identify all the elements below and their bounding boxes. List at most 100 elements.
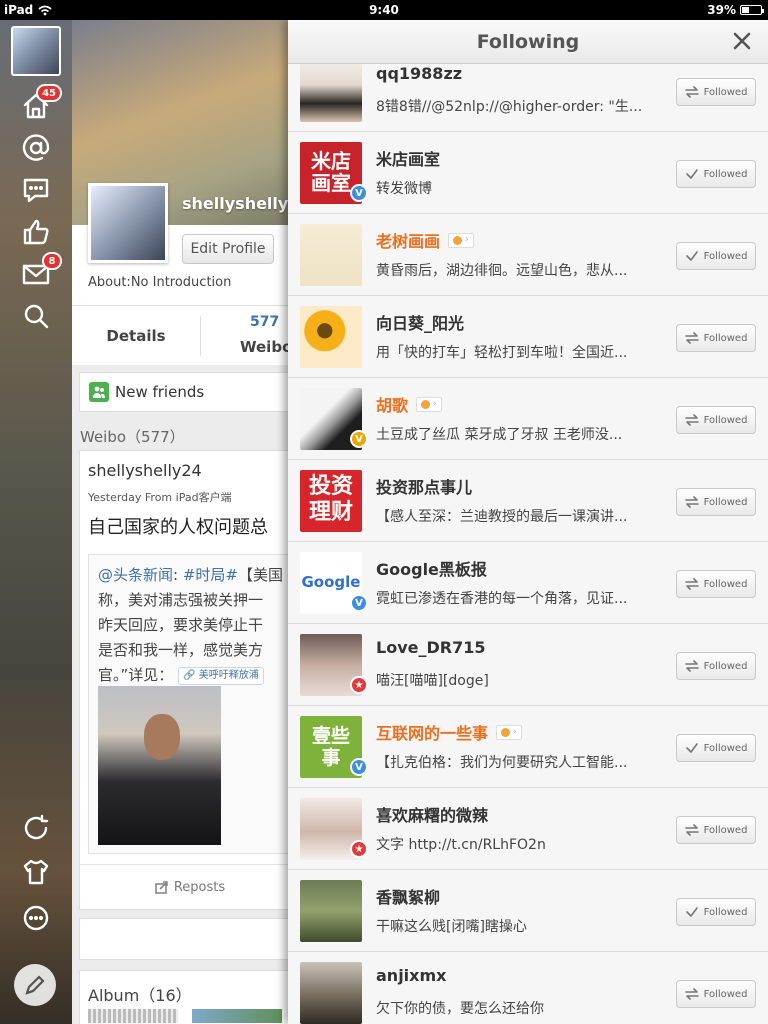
post-text: 自己国家的人权问题总 bbox=[88, 517, 268, 538]
following-name[interactable]: 喜欢麻糬的微辣 bbox=[376, 802, 488, 826]
following-name[interactable]: 向日葵_阳光 bbox=[376, 310, 464, 334]
followed-button[interactable]: Followed bbox=[676, 160, 756, 188]
more-button[interactable] bbox=[16, 900, 56, 936]
user-avatar[interactable] bbox=[11, 26, 61, 76]
profile-about: About:No Introduction bbox=[88, 275, 232, 290]
following-row[interactable]: 投资 理财 投资那点事儿 【感人至深：兰迪教授的最后一课演讲... Followed bbox=[288, 460, 768, 542]
following-name[interactable]: 互联网的一些事 › bbox=[376, 720, 522, 744]
panel-title: Following bbox=[476, 30, 580, 53]
new-friends-button[interactable]: New friends bbox=[79, 372, 288, 412]
following-row[interactable]: 香飘絮柳 干嘛这么贱[闭嘴]瞎操心 Followed bbox=[288, 870, 768, 952]
repost-mention[interactable]: @头条新闻 bbox=[98, 566, 173, 584]
following-row[interactable]: ★ 喜欢麻糬的微辣 文字 http://t.cn/RLhFO2n Followed bbox=[288, 788, 768, 870]
tab-weibo-count[interactable]: 577 bbox=[250, 314, 279, 330]
followed-button[interactable]: Followed bbox=[676, 980, 756, 1008]
weibo-post[interactable]: shellyshelly24 Yesterday From iPad客户端 自己… bbox=[79, 450, 288, 910]
followed-label: Followed bbox=[703, 660, 748, 672]
comments-button[interactable] bbox=[16, 172, 56, 208]
search-button[interactable] bbox=[16, 298, 56, 334]
following-name-text: 喜欢麻糬的微辣 bbox=[376, 806, 489, 825]
user-avatar[interactable] bbox=[300, 64, 362, 122]
following-name[interactable]: 老树画画 › bbox=[376, 228, 474, 252]
followed-button[interactable]: Followed bbox=[676, 898, 756, 926]
likes-button[interactable] bbox=[16, 214, 56, 250]
following-row[interactable]: qq1988zz 8错8错//@52nlp://@higher-order: "生… bbox=[288, 64, 768, 132]
theme-button[interactable] bbox=[16, 854, 56, 890]
following-name[interactable]: anjixmx bbox=[376, 966, 446, 985]
following-name-text: Google黑板报 bbox=[376, 560, 487, 579]
following-row[interactable]: 壹些 事 V 互联网的一些事 › 【扎克伯格：我们为何要研究人工智能... Followe… bbox=[288, 706, 768, 788]
at-icon bbox=[22, 134, 50, 161]
followed-button[interactable]: Followed bbox=[676, 324, 756, 352]
user-avatar[interactable] bbox=[300, 306, 362, 368]
mutual-follow-icon bbox=[684, 332, 699, 344]
followed-button[interactable]: Followed bbox=[676, 78, 756, 106]
repost-topic[interactable]: #时局# bbox=[183, 566, 238, 584]
followed-button[interactable]: Followed bbox=[676, 570, 756, 598]
following-row[interactable]: 向日葵_阳光用「快的打车」轻松打到车啦！全国近... Followed bbox=[288, 296, 768, 378]
album-card[interactable]: Album（16） bbox=[79, 970, 288, 1024]
post-author[interactable]: shellyshelly24 bbox=[88, 461, 202, 480]
following-latest-post: 土豆成了丝瓜 菜牙成了牙叔 王老师没... bbox=[376, 427, 623, 443]
user-avatar[interactable]: 投资 理财 bbox=[300, 470, 362, 532]
following-latest-post: 欠下你的债，要怎么还给你 bbox=[376, 1001, 544, 1017]
followed-button[interactable]: Followed bbox=[676, 816, 756, 844]
followed-button[interactable]: Followed bbox=[676, 242, 756, 270]
following-row[interactable]: ★ Love_DR715 喵汪[喵喵][doge] Followed bbox=[288, 624, 768, 706]
user-avatar[interactable] bbox=[300, 224, 362, 286]
following-name[interactable]: Love_DR715 bbox=[376, 638, 485, 657]
album-thumbnail[interactable] bbox=[88, 1009, 178, 1023]
following-list: qq1988zz 8错8错//@52nlp://@higher-order: "生… bbox=[288, 64, 768, 1024]
repost-text: @头条新闻: #时局#【美国 称，美对浦志强被关押一 昨天回应，要求美停止干 是… bbox=[98, 566, 283, 685]
following-row[interactable]: V 胡歌 › 土豆成了丝瓜 菜牙成了牙叔 王老师没... Followed bbox=[288, 378, 768, 460]
following-name[interactable]: 投资那点事儿 bbox=[376, 474, 472, 498]
repost-card[interactable]: @头条新闻: #时局#【美国 称，美对浦志强被关押一 昨天回应，要求美停止干 是… bbox=[88, 554, 288, 854]
mentions-button[interactable] bbox=[16, 130, 56, 166]
messages-button[interactable]: 8 bbox=[16, 252, 62, 292]
following-row[interactable]: 米店 画室 V 米店画室 转发微博 Followed bbox=[288, 132, 768, 214]
home-button[interactable]: 45 bbox=[16, 84, 62, 124]
followed-label: Followed bbox=[703, 824, 748, 836]
avatar-logo-text: Google bbox=[301, 573, 361, 591]
following-row[interactable]: Google V Google黑板报 霓虹已渗透在香港的每一个角落，见证... Foll… bbox=[288, 542, 768, 624]
profile-username: shellyshelly24 bbox=[182, 194, 288, 213]
battery-percent: 39% bbox=[707, 3, 736, 17]
followed-button[interactable]: Followed bbox=[676, 406, 756, 434]
repost-photo[interactable] bbox=[98, 686, 221, 845]
following-name[interactable]: Google黑板报 bbox=[376, 556, 487, 580]
user-avatar[interactable] bbox=[300, 962, 362, 1024]
album-thumbnail[interactable] bbox=[192, 1009, 282, 1023]
followed-button[interactable]: Followed bbox=[676, 488, 756, 516]
following-panel: Following qq1988zz 8错8错//@52nlp://@higher… bbox=[288, 20, 768, 1024]
repost-link[interactable]: 🔗 美呼吁释放浦 bbox=[178, 666, 264, 685]
following-name[interactable]: 香飘絮柳 bbox=[376, 884, 440, 908]
avatar-logo-text: 投资 理财 bbox=[308, 474, 353, 525]
search-icon bbox=[24, 304, 49, 329]
followed-button[interactable]: Followed bbox=[676, 652, 756, 680]
close-button[interactable] bbox=[730, 29, 754, 53]
repost-action[interactable]: Reposts bbox=[80, 864, 288, 910]
profile-avatar[interactable] bbox=[88, 183, 168, 263]
following-name[interactable]: 胡歌 › bbox=[376, 392, 442, 416]
profile-feed: New friends Weibo（577） shellyshelly24 Ye… bbox=[72, 365, 288, 1024]
tab-details[interactable]: Details bbox=[72, 306, 200, 366]
member-tag-icon: › bbox=[448, 232, 474, 248]
tab-weibo[interactable]: Weibo bbox=[240, 338, 288, 356]
verified-badge-icon: V bbox=[350, 430, 368, 448]
followed-label: Followed bbox=[703, 496, 748, 508]
following-row[interactable]: 老树画画 › 黄昏雨后，湖边徘徊。远望山色，悲从... Followed bbox=[288, 214, 768, 296]
album-title: Album（16） bbox=[88, 986, 192, 1005]
user-avatar[interactable] bbox=[300, 880, 362, 942]
refresh-button[interactable] bbox=[16, 810, 56, 846]
following-name[interactable]: 米店画室 bbox=[376, 146, 440, 170]
followed-button[interactable]: Followed bbox=[676, 734, 756, 762]
following-row[interactable]: anjixmx 欠下你的债，要怎么还给你 Followed bbox=[288, 952, 768, 1024]
following-name[interactable]: qq1988zz bbox=[376, 64, 462, 83]
profile-tabs: Details 577 Weibo bbox=[72, 305, 288, 365]
compose-button[interactable] bbox=[14, 964, 56, 1006]
followed-label: Followed bbox=[703, 414, 748, 426]
check-icon bbox=[685, 169, 698, 179]
edit-profile-button[interactable]: Edit Profile bbox=[182, 234, 274, 264]
following-latest-post: 用「快的打车」轻松打到车啦！全国近... bbox=[376, 345, 628, 361]
following-latest-post: 【扎克伯格：我们为何要研究人工智能... bbox=[376, 755, 628, 771]
